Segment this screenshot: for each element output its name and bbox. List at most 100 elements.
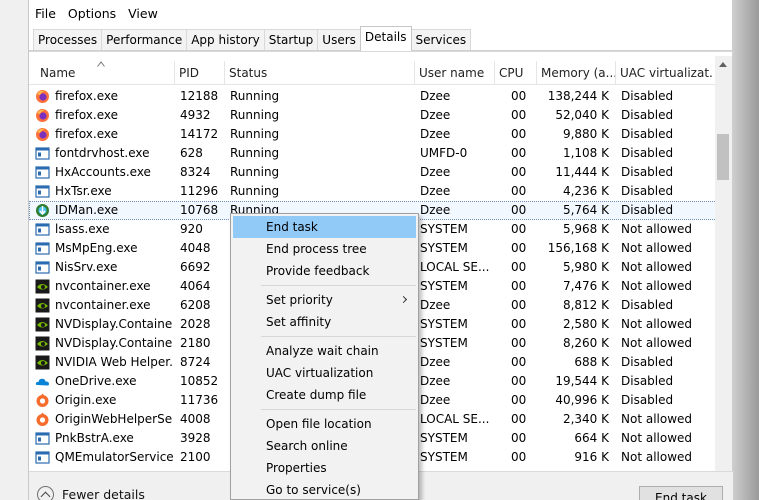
cell-name: firefox.exe — [55, 89, 119, 103]
cell-pid: 4008 — [180, 412, 211, 426]
cell-name: nvcontainer.exe — [55, 298, 151, 312]
vertical-scrollbar[interactable] — [715, 56, 732, 471]
cell-memory: 1,108 K — [562, 146, 609, 160]
scroll-up-arrow-icon[interactable] — [719, 62, 727, 67]
cell-status: Running — [230, 146, 280, 160]
cell-memory: 52,040 K — [555, 108, 609, 122]
context-menu-item-label: UAC virtualization — [266, 366, 374, 380]
scrollbar-thumb[interactable] — [717, 134, 729, 180]
cell-user-name: Dzee — [420, 127, 451, 141]
context-menu-item-label: Analyze wait chain — [266, 344, 379, 358]
cell-name: MsMpEng.exe — [55, 241, 138, 255]
cell-user-name: SYSTEM — [420, 450, 468, 464]
cell-memory: 2,580 K — [562, 317, 609, 331]
desktop-background-left — [0, 0, 28, 500]
tab-processes[interactable]: Processes — [33, 29, 103, 51]
context-menu-item-go-to-service-s[interactable]: Go to service(s) — [233, 479, 416, 500]
context-menu-item-open-file-location[interactable]: Open file location — [233, 413, 416, 435]
column-header-uac[interactable]: UAC virtualizat... — [616, 61, 713, 85]
cell-pid: 8324 — [180, 165, 211, 179]
tab-app-history[interactable]: App history — [186, 29, 265, 51]
cell-uac: Disabled — [621, 108, 674, 122]
cell-uac: Not allowed — [621, 431, 693, 445]
cell-pid: 6208 — [180, 298, 211, 312]
cell-cpu: 00 — [511, 241, 527, 255]
cell-pid: 10852 — [180, 374, 219, 388]
column-header-pid[interactable]: PID — [175, 61, 225, 85]
chevron-up-circle-icon — [37, 486, 54, 500]
idm-icon — [36, 204, 49, 217]
table-row[interactable]: firefox.exe 14172 Running Dzee 00 9,880 K Disa… — [29, 125, 717, 144]
context-menu-item-label: Set affinity — [266, 315, 332, 329]
onedrive-icon — [35, 378, 49, 386]
cell-cpu: 00 — [511, 412, 527, 426]
firefox-icon — [36, 128, 49, 141]
table-row[interactable]: firefox.exe 4932 Running Dzee 00 52,040 K Disa… — [29, 106, 717, 125]
app-window-icon — [35, 185, 50, 198]
tab-details[interactable]: Details — [359, 26, 412, 51]
context-menu-item-label: End task — [266, 220, 318, 234]
context-menu-item-set-affinity[interactable]: Set affinity — [233, 311, 416, 333]
cell-cpu: 00 — [511, 431, 527, 445]
cell-name: firefox.exe — [55, 108, 119, 122]
fewer-details-button[interactable]: Fewer details — [37, 486, 145, 500]
cell-pid: 4932 — [180, 108, 211, 122]
column-header-status[interactable]: Status — [225, 61, 415, 85]
cell-uac: Not allowed — [621, 241, 693, 255]
context-menu-item-set-priority[interactable]: Set priority — [233, 289, 416, 311]
table-row[interactable]: fontdrvhost.exe 628 Running UMFD-0 00 1,108 K… — [29, 144, 717, 163]
cell-user-name: UMFD-0 — [420, 146, 468, 160]
cell-status: Running — [230, 89, 280, 103]
cell-user-name: SYSTEM — [420, 431, 468, 445]
cell-pid: 3928 — [180, 431, 211, 445]
context-menu-item-provide-feedback[interactable]: Provide feedback — [233, 260, 416, 282]
tab-users[interactable]: Users — [317, 29, 361, 51]
column-header-memory[interactable]: Memory (a... — [537, 61, 616, 85]
app-window-icon — [35, 451, 50, 464]
context-menu-item-uac-virtualization[interactable]: UAC virtualization — [233, 362, 416, 384]
cell-memory: 4,236 K — [562, 184, 609, 198]
menu-options[interactable]: Options — [62, 4, 122, 24]
cell-memory: 19,544 K — [555, 374, 609, 388]
context-menu-item-label: Provide feedback — [266, 264, 370, 278]
menu-bar: File Options View — [29, 4, 164, 24]
cell-pid: 628 — [180, 146, 203, 160]
context-menu-item-analyze-wait-chain[interactable]: Analyze wait chain — [233, 340, 416, 362]
cell-cpu: 00 — [511, 146, 527, 160]
cell-pid: 14172 — [180, 127, 219, 141]
context-menu-item-label: Create dump file — [266, 388, 367, 402]
column-header-cpu[interactable]: CPU — [495, 61, 537, 85]
cell-user-name: LOCAL SE... — [420, 412, 490, 426]
app-window-icon — [35, 223, 50, 236]
origin-icon — [36, 393, 49, 407]
context-menu-item-create-dump-file[interactable]: Create dump file — [233, 384, 416, 406]
end-task-button[interactable]: End task — [639, 486, 723, 500]
cell-uac: Not allowed — [621, 412, 693, 426]
context-menu-item-label: Properties — [266, 461, 327, 475]
context-menu-item-search-online[interactable]: Search online — [233, 435, 416, 457]
cell-cpu: 00 — [511, 279, 527, 293]
cell-user-name: Dzee — [420, 89, 451, 103]
cell-user-name: SYSTEM — [420, 241, 468, 255]
cell-pid: 4048 — [180, 241, 211, 255]
tab-performance[interactable]: Performance — [101, 29, 188, 51]
cell-uac: Disabled — [621, 393, 674, 407]
context-menu-item-end-process-tree[interactable]: End process tree — [233, 238, 416, 260]
tab-startup[interactable]: Startup — [263, 29, 319, 51]
cell-pid: 2100 — [180, 450, 211, 464]
menu-file[interactable]: File — [29, 4, 62, 24]
chevron-right-icon — [399, 295, 408, 304]
menu-view[interactable]: View — [122, 4, 164, 24]
column-header-user-name[interactable]: User name — [415, 61, 495, 85]
cell-name: nvcontainer.exe — [55, 279, 151, 293]
cell-user-name: Dzee — [420, 393, 451, 407]
cell-name: HxTsr.exe — [55, 184, 112, 198]
context-menu-item-end-task[interactable]: End task — [233, 216, 416, 238]
table-row[interactable]: HxTsr.exe 11296 Running Dzee 00 4,236 K Disabl… — [29, 182, 717, 201]
table-row[interactable]: HxAccounts.exe 8324 Running Dzee 00 11,444 K D… — [29, 163, 717, 182]
table-row[interactable]: firefox.exe 12188 Running Dzee 00 138,244 K Di… — [29, 87, 717, 106]
context-menu-item-properties[interactable]: Properties — [233, 457, 416, 479]
cell-memory: 138,244 K — [547, 89, 609, 103]
cell-cpu: 00 — [511, 374, 527, 388]
tab-services[interactable]: Services — [410, 29, 472, 51]
